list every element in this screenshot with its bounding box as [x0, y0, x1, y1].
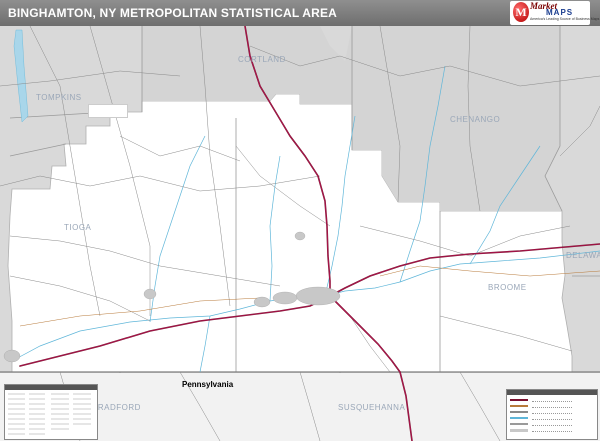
map-canvas[interactable]: CORTLAND TOMPKINS CHENANGO TIOGA BROOME …: [0, 26, 600, 441]
label-delaware: DELAWARE: [566, 251, 600, 260]
legend-row-highway: [510, 404, 594, 408]
logo-brand-bottom: MAPS: [546, 8, 574, 17]
legend-text-water: [532, 415, 572, 420]
label-bradford: BRADFORD: [92, 403, 141, 412]
legend-row-urban: [510, 428, 594, 432]
logo-m-icon: M: [513, 2, 529, 22]
legend-text-county: [532, 421, 572, 426]
place-index-table: [4, 384, 98, 440]
label-cortland: CORTLAND: [238, 55, 286, 64]
legend-text-highway: [532, 403, 572, 408]
legend-swatch-urban: [510, 429, 528, 432]
label-susquehanna: SUSQUEHANNA: [338, 403, 405, 412]
label-pennsylvania: Pennsylvania: [182, 380, 234, 389]
map-info-box: [88, 104, 128, 118]
title-bar: BINGHAMTON, NY METROPOLITAN STATISTICAL …: [0, 0, 600, 27]
legend-text-urban: [532, 427, 572, 432]
legend-swatch-road: [510, 411, 528, 413]
logo-tagline: America's Leading Source of Business Map…: [530, 17, 600, 21]
place-index-lines: [8, 393, 91, 435]
legend-swatch-highway: [510, 405, 528, 407]
label-chenango: CHENANGO: [450, 115, 500, 124]
map-frame: BINGHAMTON, NY METROPOLITAN STATISTICAL …: [0, 0, 600, 441]
legend-row-road: [510, 410, 594, 414]
label-tioga: TIOGA: [64, 223, 92, 232]
legend-swatch-county: [510, 423, 528, 425]
legend-text-road: [532, 409, 572, 414]
label-tompkins: TOMPKINS: [36, 93, 82, 102]
legend-text-interstate: [532, 397, 572, 402]
legend-swatch-interstate: [510, 399, 528, 401]
map-title: BINGHAMTON, NY METROPOLITAN STATISTICAL …: [8, 6, 338, 20]
legend-swatch-water: [510, 417, 528, 419]
legend-header: [507, 390, 597, 395]
map-svg[interactable]: CORTLAND TOMPKINS CHENANGO TIOGA BROOME …: [0, 26, 600, 441]
legend-row-water: [510, 416, 594, 420]
map-legend: [506, 389, 598, 440]
label-broome: BROOME: [488, 283, 527, 292]
market-maps-logo: M Market MAPS America's Leading Source o…: [510, 1, 599, 25]
legend-row-interstate: [510, 398, 594, 402]
legend-row-county: [510, 422, 594, 426]
